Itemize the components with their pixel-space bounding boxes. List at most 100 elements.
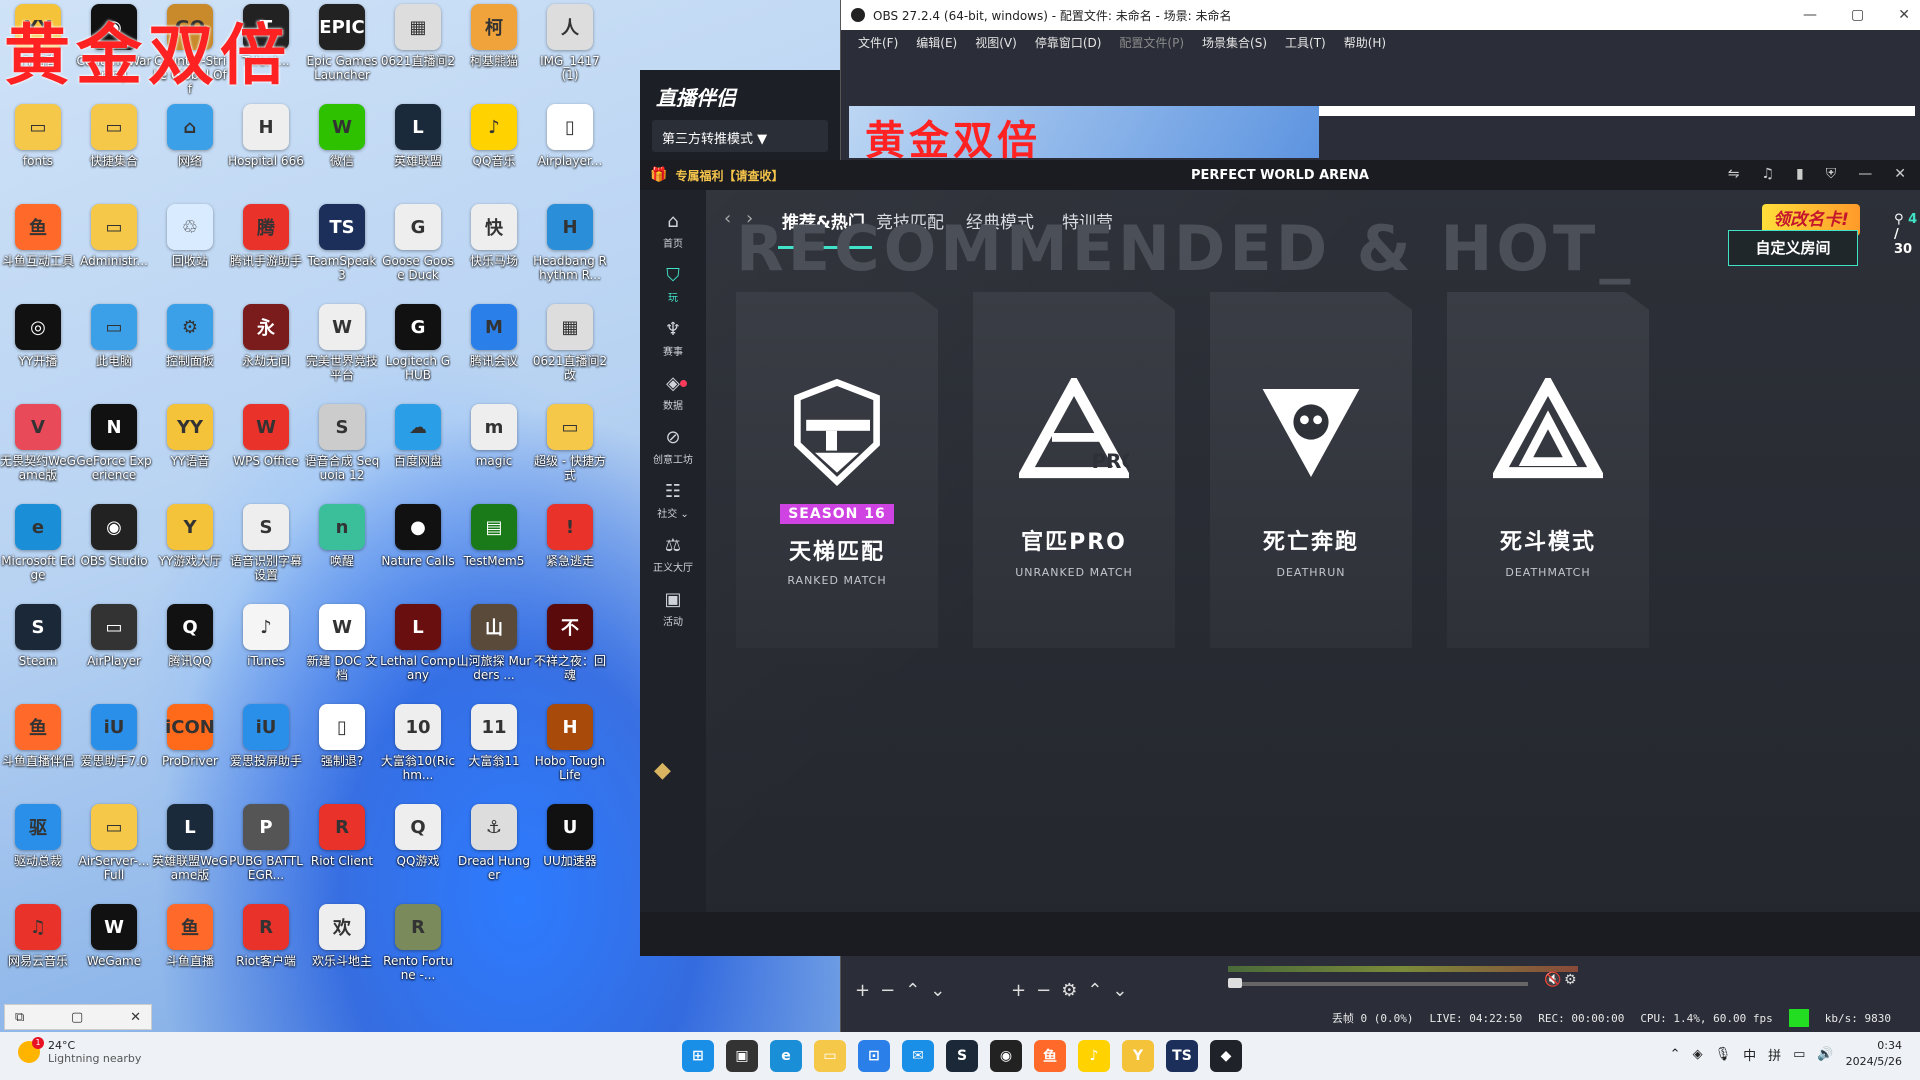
close-icon[interactable]: ✕ xyxy=(1894,166,1906,182)
desktop-icon[interactable]: ⚓ Dread Hunger xyxy=(456,800,532,896)
move-up-icon[interactable]: ⌃ xyxy=(905,980,920,1001)
close-icon[interactable]: ✕ xyxy=(130,1010,141,1025)
desktop-icon[interactable]: G Goose Goose Duck xyxy=(380,200,456,296)
desktop-icon[interactable]: iU 爱思助手7.0 xyxy=(76,700,152,796)
sidebar-item-justice-hall[interactable]: ⚖ 正义大厅 xyxy=(640,524,706,584)
pwa-logo-icon[interactable]: ◆ xyxy=(654,758,671,783)
pwa-icon[interactable]: ◆ xyxy=(1210,1040,1242,1072)
desktop-icon[interactable]: Q 腾讯QQ xyxy=(152,600,228,696)
desktop-icon[interactable]: ♲ 回收站 xyxy=(152,200,228,296)
desktop-icon[interactable]: 柯柯基熊猫 xyxy=(456,0,532,96)
desktop-icon[interactable]: ▭ 此电脑 xyxy=(76,300,152,396)
desktop-icon[interactable]: 10 大富翁10(Richm... xyxy=(380,700,456,796)
desktop-icon[interactable]: L 英雄联盟 xyxy=(380,100,456,196)
menu-help[interactable]: 帮助(H) xyxy=(1335,34,1395,51)
volume-slider-handle[interactable] xyxy=(1228,978,1242,988)
desktop-icon[interactable]: U UU加速器 xyxy=(532,800,608,896)
desktop-icon[interactable]: 山山河旅探 Murders ... xyxy=(456,600,532,696)
shield-icon[interactable]: ⛨ xyxy=(1826,166,1837,182)
teamspeak-icon[interactable]: TS xyxy=(1166,1040,1198,1072)
maximize-icon[interactable]: ▢ xyxy=(1851,7,1864,23)
mail-icon[interactable]: ✉ xyxy=(902,1040,934,1072)
desktop-icon[interactable]: ♪ iTunes xyxy=(228,600,304,696)
menu-edit[interactable]: 编辑(E) xyxy=(907,34,966,51)
display-icon[interactable]: ▭ xyxy=(1793,1047,1805,1062)
desktop-icon[interactable]: L 英雄联盟WeGame版 xyxy=(152,800,228,896)
menu-docks[interactable]: 停靠窗口(D) xyxy=(1026,34,1111,51)
volume-icon[interactable]: 🔊 xyxy=(1817,1047,1833,1062)
maximize-icon[interactable]: ▢ xyxy=(71,1010,83,1025)
signal-icon[interactable]: ▮ xyxy=(1796,166,1804,182)
desktop-icon[interactable]: ▭ AirServer-... Full xyxy=(76,800,152,896)
mode-card-deathrun[interactable]: 死亡奔跑 DEATHRUN xyxy=(1210,292,1412,648)
desktop-icon[interactable]: 快快乐马场 xyxy=(456,200,532,296)
restore-icon[interactable]: ⧉ xyxy=(15,1010,24,1025)
sidebar-item-home[interactable]: ⌂ 首页 xyxy=(640,200,706,260)
clock[interactable]: 0:34 2024/5/26 xyxy=(1846,1038,1902,1070)
desktop-icon[interactable]: ▭ AirPlayer xyxy=(76,600,152,696)
qq-music-icon[interactable]: ♪ xyxy=(1078,1040,1110,1072)
desktop-icon[interactable]: H Hobo Tough Life xyxy=(532,700,608,796)
add-scene-icon[interactable]: + xyxy=(855,980,870,1001)
desktop-icon[interactable]: H Headbang Rhythm R... xyxy=(532,200,608,296)
custom-room-button[interactable]: 自定义房间 xyxy=(1728,230,1858,266)
desktop-icon[interactable]: ▯ Airplayer... xyxy=(532,100,608,196)
gift-icon[interactable]: 🎁 xyxy=(650,167,667,183)
desktop-icon[interactable]: iU 爱思投屏助手 xyxy=(228,700,304,796)
weather-widget[interactable]: 1 24°C Lightning nearby xyxy=(18,1037,141,1065)
desktop-icon[interactable]: ⌂ 网络 xyxy=(152,100,228,196)
desktop-icon[interactable]: V 无畏契约WeGame版 xyxy=(0,400,76,496)
obs-titlebar[interactable]: OBS 27.2.4 (64-bit, windows) - 配置文件: 未命名… xyxy=(841,0,1920,30)
task-view-icon[interactable]: ▣ xyxy=(726,1040,758,1072)
sidebar-item-data[interactable]: ◈ 数据 xyxy=(640,362,706,422)
mic-icon[interactable]: 🎙 xyxy=(1715,1047,1732,1062)
desktop-icon[interactable]: P PUBG BATTLEGR... xyxy=(228,800,304,896)
desktop-icon[interactable]: W 微信 xyxy=(304,100,380,196)
desktop-icon[interactable]: M 腾讯会议 xyxy=(456,300,532,396)
desktop-icon[interactable]: 驱驱动总裁 xyxy=(0,800,76,896)
store-icon[interactable]: ⊡ xyxy=(858,1040,890,1072)
desktop-icon[interactable]: H Hospital 666 xyxy=(228,100,304,196)
desktop-icon[interactable]: S 语音识别字幕设置 xyxy=(228,500,304,596)
audio-settings-icon[interactable]: ⚙ xyxy=(1564,972,1577,988)
stream-mode-dropdown[interactable]: 第三方转推模式 ▼ xyxy=(652,120,828,152)
obs-icon[interactable]: ◉ xyxy=(990,1040,1022,1072)
volume-slider-track[interactable] xyxy=(1228,982,1528,986)
desktop-icon[interactable]: 腾腾讯手游助手 xyxy=(228,200,304,296)
sidebar-item-activities[interactable]: ▣ 活动 xyxy=(640,578,706,638)
desktop-icon[interactable]: ♫ 网易云音乐 xyxy=(0,900,76,996)
desktop-icon[interactable]: 不不祥之夜：回魂 xyxy=(532,600,608,696)
desktop-icon[interactable]: W 新建 DOC 文档 xyxy=(304,600,380,696)
add-source-icon[interactable]: + xyxy=(1011,980,1026,1001)
desktop-icon[interactable]: ▭ 超级 - 快捷方式 xyxy=(532,400,608,496)
menu-scene-collection[interactable]: 场景集合(S) xyxy=(1193,34,1276,51)
desktop-icon[interactable]: ! 紧急逃走 xyxy=(532,500,608,596)
back-arrow-icon[interactable]: ‹ xyxy=(724,208,731,229)
desktop-icon[interactable]: iCON ProDriver xyxy=(152,700,228,796)
start-icon[interactable]: ⊞ xyxy=(682,1040,714,1072)
desktop-icon[interactable]: ▭ 快捷集合 xyxy=(76,100,152,196)
sidebar-item-play[interactable]: ⛉ 玩 xyxy=(640,254,706,314)
yy-icon[interactable]: Y xyxy=(1122,1040,1154,1072)
minimize-icon[interactable]: — xyxy=(1858,166,1872,182)
desktop-icon[interactable]: TS TeamSpeak 3 xyxy=(304,200,380,296)
desktop-icon[interactable]: n 唤醒 xyxy=(304,500,380,596)
desktop-icon[interactable]: YY YY语音 xyxy=(152,400,228,496)
desktop-icon[interactable]: L Lethal Company xyxy=(380,600,456,696)
desktop-icon[interactable]: ◎ YY开播 xyxy=(0,300,76,396)
desktop-icon[interactable]: 鱼斗鱼直播 xyxy=(152,900,228,996)
desktop-icon[interactable]: 欢欢乐斗地主 xyxy=(304,900,380,996)
desktop-icon[interactable]: 鱼斗鱼直播伴侣 xyxy=(0,700,76,796)
desktop-icon[interactable]: 人 IMG_1417 (1) xyxy=(532,0,608,96)
desktop-icon[interactable]: 鱼斗鱼互动工具 xyxy=(0,200,76,296)
steam-icon[interactable]: S xyxy=(946,1040,978,1072)
sidebar-item-workshop[interactable]: ⊘ 创意工坊 xyxy=(640,416,706,476)
move-down-icon[interactable]: ⌄ xyxy=(930,980,945,1001)
desktop-icon[interactable]: ◉ OBS Studio xyxy=(76,500,152,596)
mode-card-unranked[interactable]: PRO 官匹PRO UNRANKED MATCH xyxy=(973,292,1175,648)
desktop-icon[interactable]: ▭ fonts xyxy=(0,100,76,196)
chevron-up-icon[interactable]: ⌃ xyxy=(1670,1047,1681,1062)
bell-icon[interactable]: ♫ xyxy=(1761,166,1774,182)
desktop-icon[interactable]: ● Nature Calls xyxy=(380,500,456,596)
remove-scene-icon[interactable]: − xyxy=(880,980,895,1001)
